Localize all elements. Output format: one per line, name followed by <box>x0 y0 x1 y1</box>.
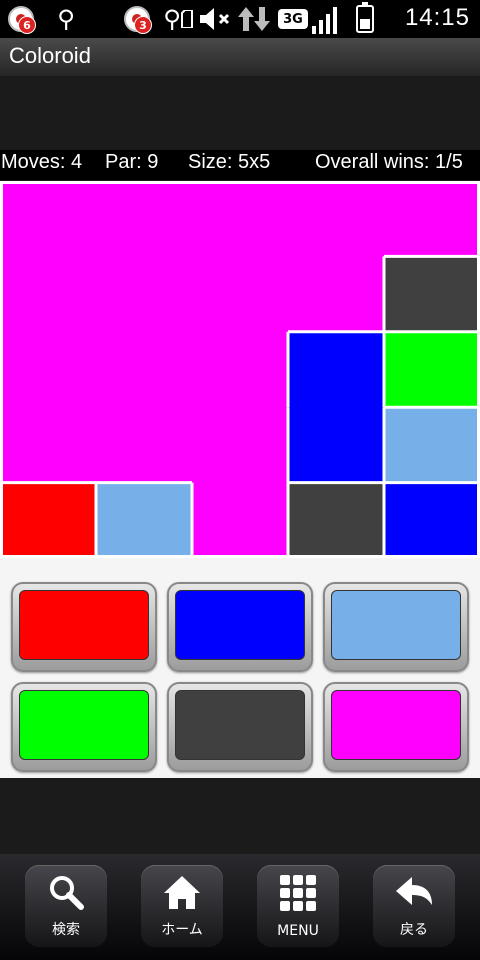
board-cell-magenta <box>0 256 97 333</box>
search-button[interactable]: 検索 <box>25 865 107 947</box>
board-cell-blue <box>384 482 480 558</box>
board-cell-magenta <box>384 181 480 257</box>
moves-count: Moves: 4 <box>1 151 83 173</box>
board-cell-magenta <box>288 256 385 333</box>
board-cell-red <box>0 482 97 558</box>
board-cell-magenta <box>96 407 193 484</box>
notification-icon: 3 <box>122 4 154 34</box>
back-icon <box>396 877 432 905</box>
mute-icon <box>198 4 234 34</box>
board-cell-green <box>384 331 480 408</box>
search-label: 検索 <box>52 922 80 938</box>
app-title: Coloroid <box>9 43 91 68</box>
board-cell-magenta <box>288 181 385 257</box>
search-icon <box>50 876 84 910</box>
board-cell-magenta <box>192 181 289 257</box>
color-button-lightblue[interactable] <box>323 582 469 672</box>
notification-icon: 6 <box>6 4 38 34</box>
overall-wins: Overall wins: 1/5 <box>315 151 463 173</box>
board-size: Size: 5x5 <box>188 151 271 173</box>
signal-icon <box>312 6 338 34</box>
blank-area <box>0 778 480 854</box>
back-label: 戻る <box>400 922 428 938</box>
game-stats: Moves: 4 Par: 9 Size: 5x5 Overall wins: … <box>0 150 480 180</box>
notification-badge: 6 <box>18 16 36 34</box>
menu-grid-icon <box>280 875 316 911</box>
status-bar: 6 ⚲ 3 ⚲ 3G 14:15 <box>0 0 480 38</box>
battery-icon <box>356 2 374 33</box>
board-cell-magenta <box>96 256 193 333</box>
game-board[interactable] <box>0 181 480 558</box>
color-button-darkgray[interactable] <box>167 682 313 772</box>
clock-time: 14:15 <box>404 4 470 31</box>
sd-card-icon <box>180 4 194 34</box>
home-button[interactable]: ホーム <box>141 865 223 947</box>
menu-button[interactable]: MENU <box>257 865 339 947</box>
color-button-magenta[interactable] <box>323 682 469 772</box>
blank-area <box>0 76 480 150</box>
board-cell-lightblue <box>384 407 480 484</box>
board-cell-blue <box>288 331 385 408</box>
board-cell-darkgray <box>288 482 385 558</box>
bottom-nav-bar: 検索 ホーム MENU 戻る <box>0 854 480 960</box>
board-cell-magenta <box>0 331 97 408</box>
menu-label: MENU <box>277 923 319 939</box>
par-value: Par: 9 <box>105 151 159 173</box>
board-cell-magenta <box>192 256 289 333</box>
board-cell-magenta <box>0 181 97 257</box>
notification-badge: 3 <box>134 16 152 34</box>
home-icon <box>164 876 200 909</box>
board-cell-magenta <box>96 181 193 257</box>
board-cell-magenta <box>96 331 193 408</box>
board-cell-blue <box>288 407 385 484</box>
color-button-green[interactable] <box>11 682 157 772</box>
network-type-label: 3G <box>278 9 308 29</box>
board-cell-magenta <box>192 407 289 484</box>
color-palette <box>0 558 480 778</box>
color-button-blue[interactable] <box>167 582 313 672</box>
app-title-bar: Coloroid <box>0 38 480 76</box>
data-arrows-icon <box>236 4 272 34</box>
back-button[interactable]: 戻る <box>373 865 455 947</box>
usb-icon: ⚲ <box>57 5 75 33</box>
board-cell-magenta <box>0 407 97 484</box>
board-cell-magenta <box>192 482 289 558</box>
home-label: ホーム <box>161 922 203 938</box>
board-cell-lightblue <box>96 482 193 558</box>
board-cell-darkgray <box>384 256 480 333</box>
board-cell-magenta <box>192 331 289 408</box>
color-button-red[interactable] <box>11 582 157 672</box>
